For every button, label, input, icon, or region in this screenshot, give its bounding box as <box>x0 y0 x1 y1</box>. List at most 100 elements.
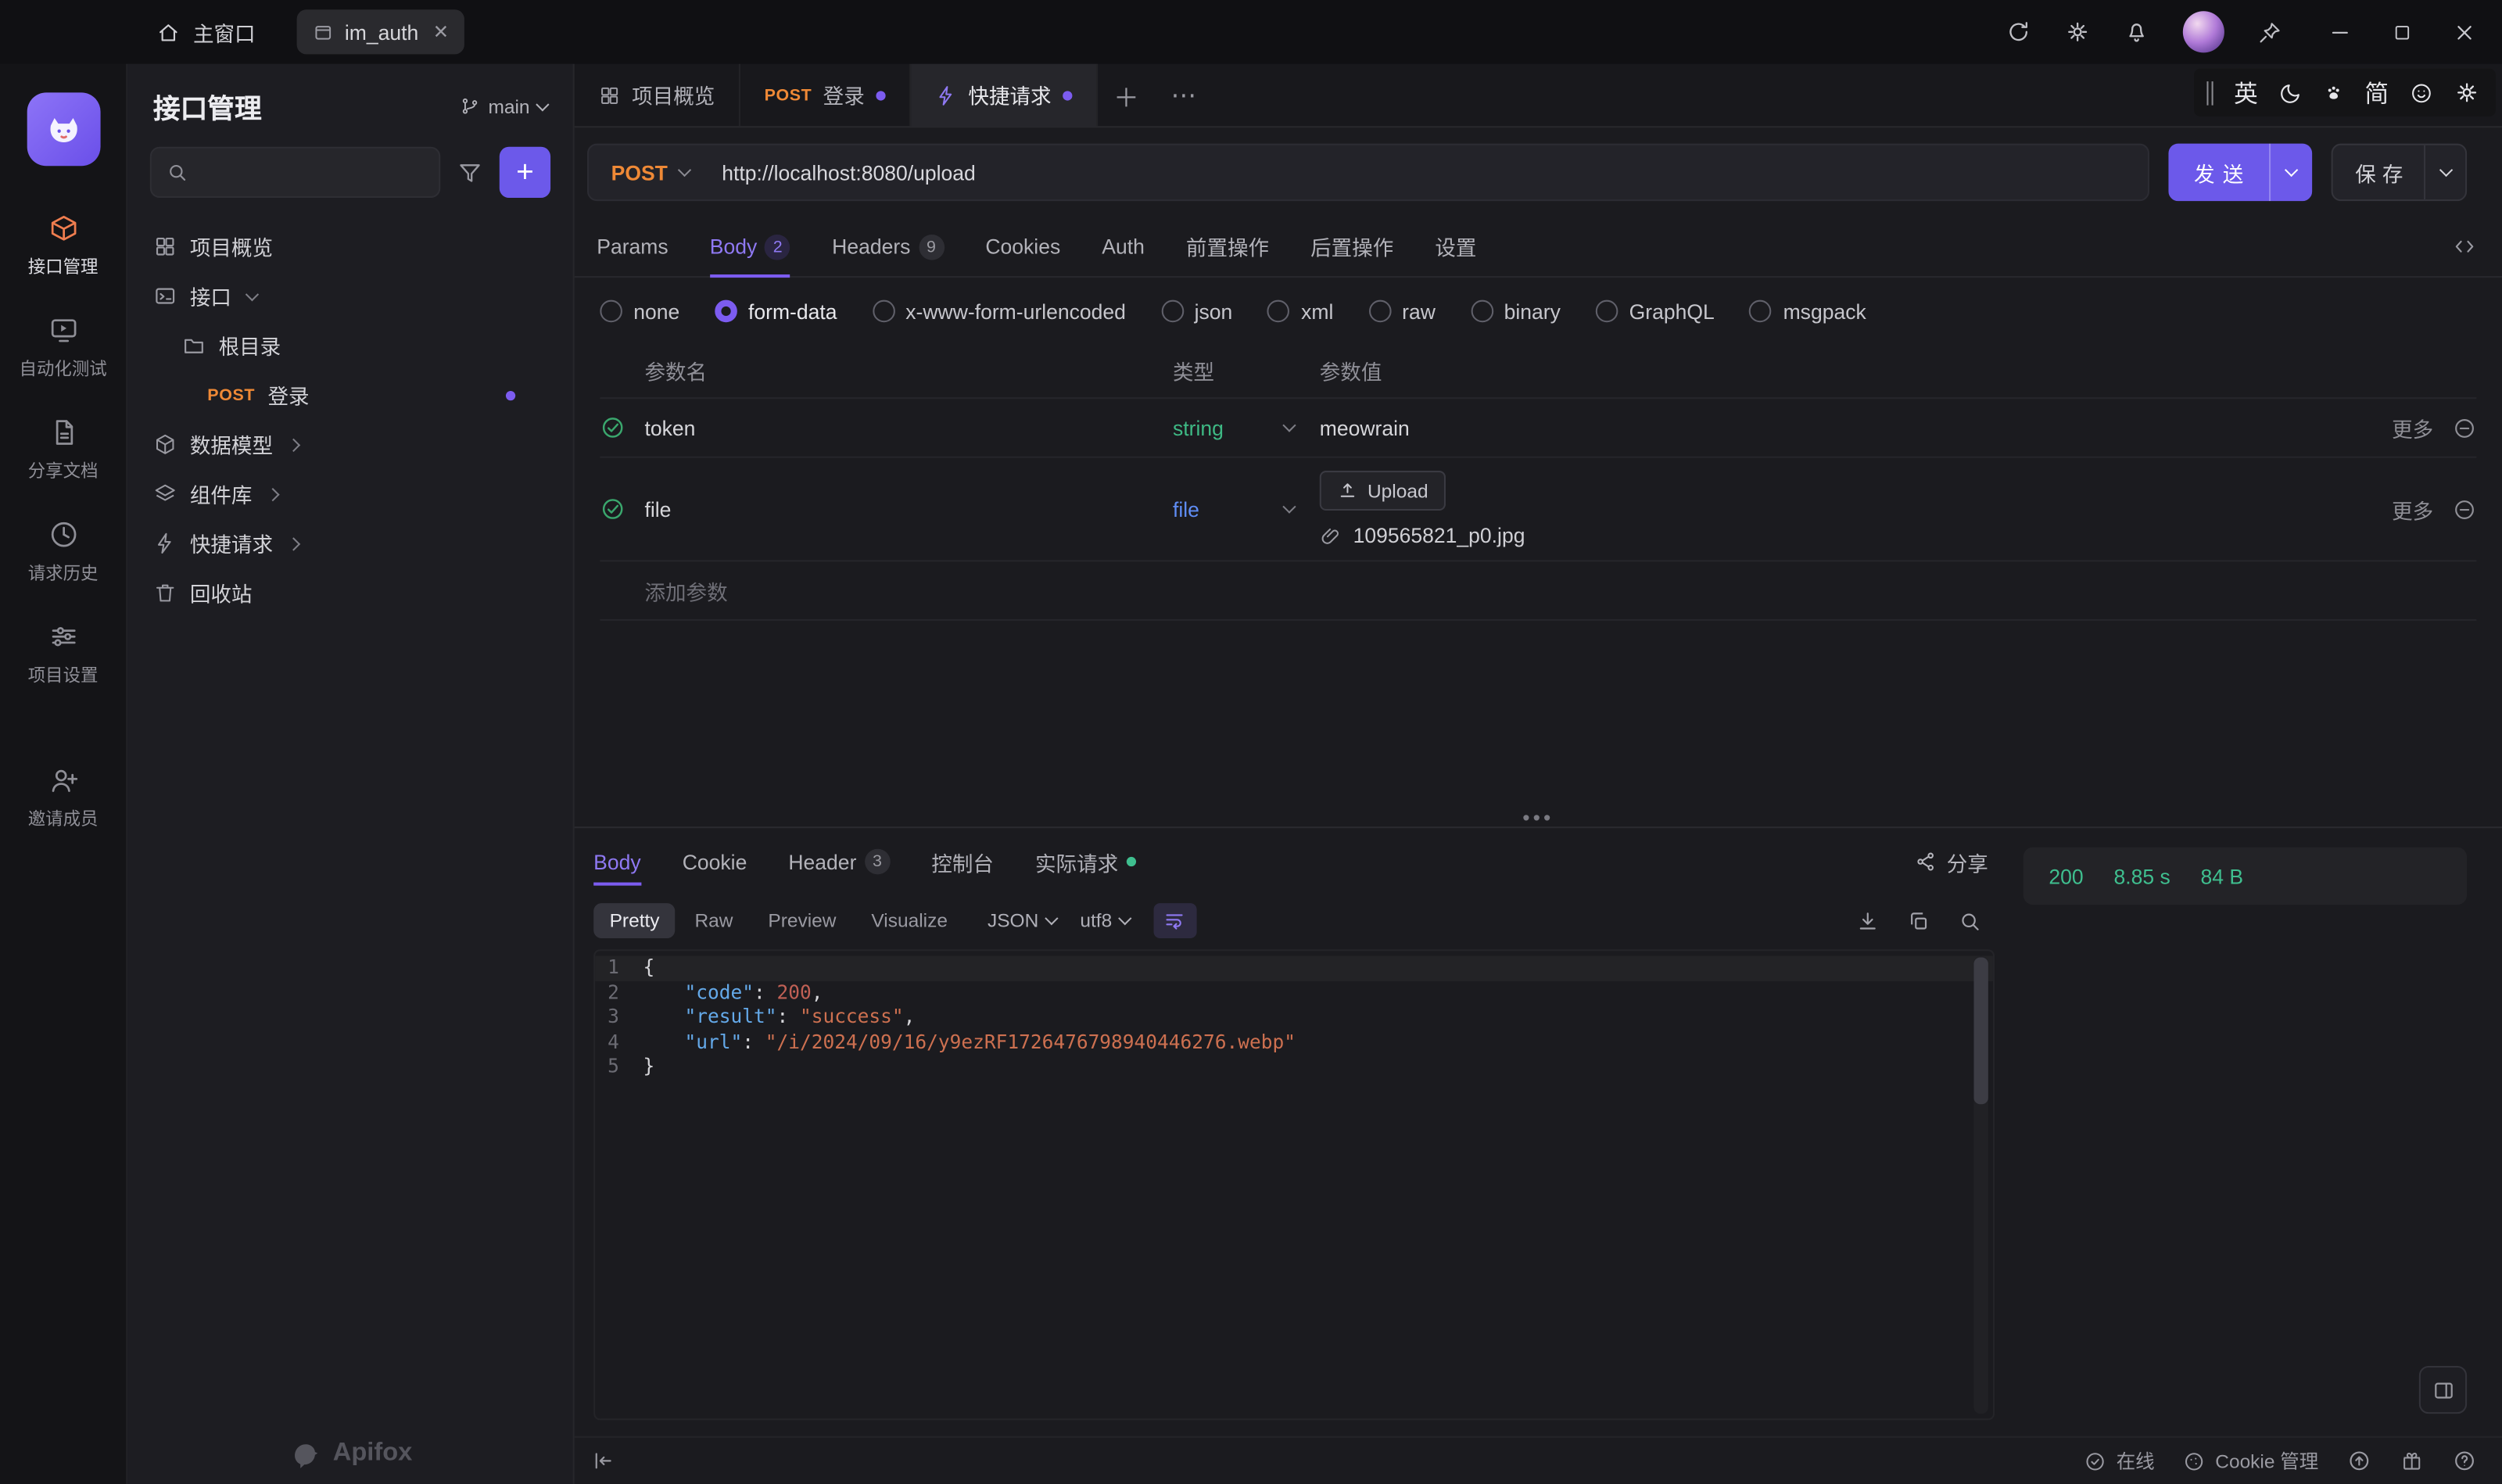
search-icon[interactable] <box>1958 909 1982 933</box>
share-button[interactable]: 分享 <box>1915 847 1998 877</box>
help-icon[interactable] <box>2453 1449 2477 1473</box>
remove-row-icon[interactable] <box>2453 416 2477 440</box>
settings-gear-icon[interactable] <box>2065 19 2091 45</box>
body-type-graphql[interactable]: GraphQL <box>1596 299 1715 324</box>
body-type-raw[interactable]: raw <box>1368 299 1436 324</box>
attached-file[interactable]: 109565821_p0.jpg <box>1320 523 2352 547</box>
add-param-row[interactable]: 添加参数 <box>600 561 2476 621</box>
ime-handle-icon[interactable] <box>2206 81 2213 105</box>
tab-post-operations[interactable]: 后置操作 <box>1310 217 1393 277</box>
url-input[interactable]: http://localhost:8080/upload <box>722 160 976 185</box>
tab-settings[interactable]: 设置 <box>1435 217 1476 277</box>
tree-item-root-directory[interactable]: 根目录 <box>127 321 572 370</box>
tree-item-component-library[interactable]: 组件库 <box>127 469 572 518</box>
gift-icon[interactable] <box>2400 1449 2424 1473</box>
main-window-tab[interactable]: 主窗口 <box>156 16 256 47</box>
encoding-select[interactable]: utf8 <box>1080 909 1129 932</box>
param-name-field[interactable]: file <box>644 497 1173 522</box>
enabled-check-icon[interactable] <box>600 496 626 522</box>
tab-response-body[interactable]: Body <box>593 828 640 895</box>
body-type-binary[interactable]: binary <box>1471 299 1561 324</box>
download-icon[interactable] <box>1855 909 1880 933</box>
rail-item-automated-testing[interactable]: 自动化测试 <box>0 297 127 400</box>
param-type-select[interactable]: file <box>1173 497 1320 522</box>
tree-item-quick-request[interactable]: 快捷请求 <box>127 518 572 568</box>
pin-icon[interactable] <box>2258 20 2282 45</box>
save-button[interactable]: 保存 <box>2332 144 2468 201</box>
close-window-icon[interactable] <box>2453 20 2477 45</box>
view-pretty[interactable]: Pretty <box>593 903 676 938</box>
scrollbar-track[interactable] <box>1973 955 1988 1414</box>
add-new-button[interactable]: + <box>500 147 550 198</box>
word-wrap-toggle[interactable] <box>1153 903 1196 938</box>
panel-resize-handle[interactable]: ••• <box>1522 806 1554 830</box>
send-button[interactable]: 发送 <box>2168 144 2312 201</box>
send-dropdown[interactable] <box>2269 144 2312 201</box>
search-field[interactable] <box>198 161 425 184</box>
tab-pre-operations[interactable]: 前置操作 <box>1186 217 1269 277</box>
layout-toggle-button[interactable] <box>2419 1366 2467 1414</box>
cookie-manager[interactable]: Cookie 管理 <box>2183 1447 2318 1475</box>
tab-project-overview[interactable]: 项目概览 <box>575 64 740 127</box>
ime-simplified-toggle[interactable]: 简 <box>2364 76 2389 109</box>
upgrade-icon[interactable] <box>2347 1449 2371 1473</box>
scrollbar-thumb[interactable] <box>1973 957 1988 1104</box>
tab-auth[interactable]: Auth <box>1102 217 1145 277</box>
tree-item-apis[interactable]: 接口 <box>127 271 572 321</box>
ime-settings-gear-icon[interactable] <box>2454 80 2480 106</box>
refresh-icon[interactable] <box>2006 19 2031 45</box>
body-type-xml[interactable]: xml <box>1267 299 1333 324</box>
body-type-msgpack[interactable]: msgpack <box>1750 299 1866 324</box>
tab-response-header[interactable]: Header3 <box>788 828 890 895</box>
enabled-check-icon[interactable] <box>600 415 626 441</box>
format-select[interactable]: JSON <box>988 909 1056 932</box>
filter-icon[interactable] <box>457 159 484 186</box>
collapse-sidebar-icon[interactable] <box>590 1449 615 1473</box>
upload-button[interactable]: Upload <box>1320 471 1446 511</box>
tab-response-cookie[interactable]: Cookie <box>683 828 747 895</box>
rail-item-invite-members[interactable]: 邀请成员 <box>0 747 127 849</box>
tab-more-button[interactable]: ⋯ <box>1155 64 1212 127</box>
code-view-icon[interactable] <box>2453 235 2477 259</box>
tab-actual-request[interactable]: 实际请求 <box>1035 828 1136 895</box>
window-tab-im-auth[interactable]: im_auth ✕ <box>297 9 465 54</box>
project-logo[interactable] <box>27 92 100 166</box>
online-status[interactable]: 在线 <box>2084 1447 2155 1475</box>
tab-login-api[interactable]: POST 登录 <box>740 64 911 127</box>
user-avatar[interactable] <box>2183 11 2224 52</box>
close-window-tab-icon[interactable]: ✕ <box>433 21 450 44</box>
tab-console[interactable]: 控制台 <box>931 828 994 895</box>
ime-language-toggle[interactable]: 英 <box>2234 76 2258 109</box>
search-input[interactable] <box>150 147 440 198</box>
tree-item-recycle-bin[interactable]: 回收站 <box>127 568 572 618</box>
view-visualize[interactable]: Visualize <box>855 903 963 938</box>
view-preview[interactable]: Preview <box>752 903 852 938</box>
tab-body[interactable]: Body2 <box>710 217 790 277</box>
rail-item-project-settings[interactable]: 项目设置 <box>0 603 127 705</box>
more-link[interactable]: 更多 <box>2392 494 2433 525</box>
rail-item-request-history[interactable]: 请求历史 <box>0 501 127 604</box>
moon-icon[interactable] <box>2278 81 2303 105</box>
tab-quick-request[interactable]: 快捷请求 <box>911 64 1098 127</box>
body-type-none[interactable]: none <box>600 299 679 324</box>
param-value-field[interactable]: meowrain <box>1320 416 2352 440</box>
tree-item-login-api[interactable]: POST 登录 <box>127 370 572 419</box>
body-type-json[interactable]: json <box>1161 299 1233 324</box>
notifications-bell-icon[interactable] <box>2124 19 2149 45</box>
rail-item-api-management[interactable]: 接口管理 <box>0 195 127 297</box>
new-tab-button[interactable]: ＋ <box>1098 64 1155 127</box>
maximize-icon[interactable] <box>2392 22 2413 43</box>
param-type-select[interactable]: string <box>1173 416 1320 440</box>
rail-item-share-docs[interactable]: 分享文档 <box>0 399 127 501</box>
branch-selector[interactable]: main <box>460 95 547 117</box>
more-link[interactable]: 更多 <box>2392 413 2433 443</box>
tree-item-data-models[interactable]: 数据模型 <box>127 420 572 469</box>
paw-icon[interactable] <box>2323 82 2344 103</box>
body-type-x-www-form-urlencoded[interactable]: x-www-form-urlencoded <box>872 299 1125 324</box>
copy-icon[interactable] <box>1907 909 1931 933</box>
save-dropdown[interactable] <box>2424 145 2465 199</box>
minimize-icon[interactable] <box>2328 20 2353 45</box>
param-name-field[interactable]: token <box>644 416 1173 440</box>
body-type-form-data[interactable]: form-data <box>715 299 837 324</box>
remove-row-icon[interactable] <box>2453 497 2477 522</box>
